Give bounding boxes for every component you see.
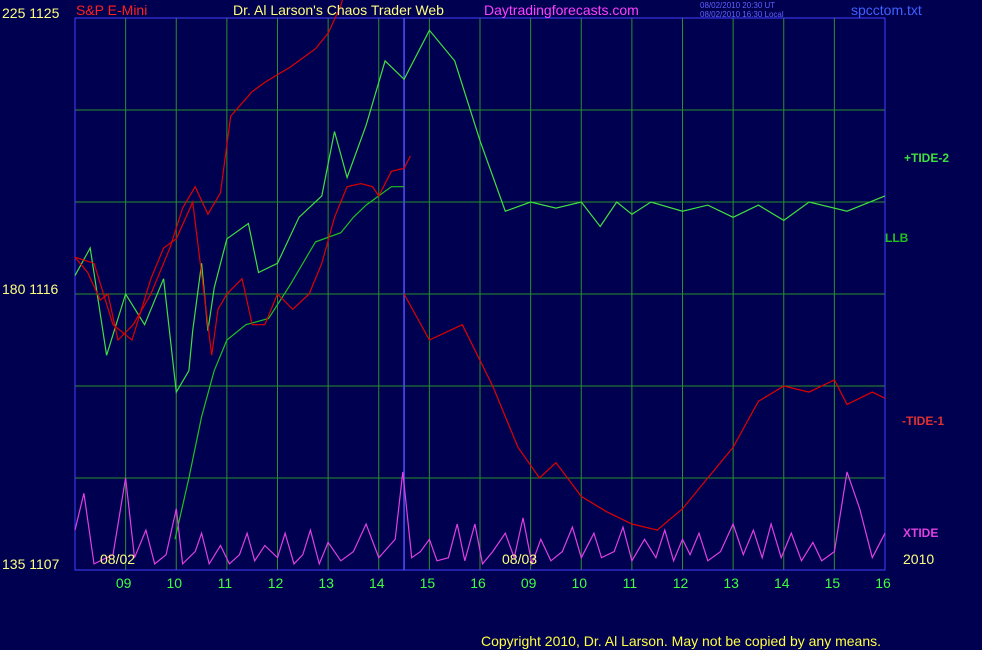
y-label-mid: 180 1116	[2, 281, 59, 297]
site-link[interactable]: Daytradingforecasts.com	[484, 3, 639, 17]
legend-tide1: -TIDE-1	[902, 414, 944, 428]
x-tick-label: 12	[268, 575, 284, 591]
x-tick-label: 10	[571, 575, 587, 591]
chaos-chart: 09 10 11 12 13 14 15 16 09 10 11 12 13 14 15 16	[74, 0, 891, 591]
x-tick-label: 14	[369, 575, 385, 591]
x-tick-label: 09	[521, 575, 537, 591]
x-tick-label: 15	[825, 575, 841, 591]
x-tick-label: 11	[218, 575, 233, 591]
symbol-title: S&P E-Mini	[76, 2, 148, 18]
x-tick-label: 16	[470, 575, 486, 591]
legend-tide2: +TIDE-2	[904, 151, 950, 165]
x-tick-label: 12	[673, 575, 689, 591]
date-label-year: 2010	[903, 551, 935, 567]
y-label-bottom: 135 1107	[2, 556, 60, 572]
copyright: Copyright 2010, Dr. Al Larson. May not b…	[481, 633, 882, 649]
x-tick-label: 16	[875, 575, 891, 591]
x-tick-label: 11	[623, 575, 638, 591]
legend-llb: LLB	[885, 231, 909, 245]
x-tick-label: 09	[116, 575, 132, 591]
timestamp-ut: 08/02/2010 20:30 UT	[700, 1, 776, 10]
x-tick-label: 10	[166, 575, 182, 591]
timestamp-local: 08/02/2010 16:30 Local	[700, 10, 784, 19]
x-tick-label: 13	[318, 575, 334, 591]
series-line	[403, 293, 886, 531]
data-file: spcctom.txt	[851, 2, 922, 18]
page-title: Dr. Al Larson's Chaos Trader Web	[233, 2, 444, 18]
series-line	[174, 186, 405, 540]
x-tick-label: 15	[420, 575, 436, 591]
date-label-0803: 08/03	[502, 551, 538, 567]
y-label-top: 225 1125	[2, 5, 60, 21]
legend-xtide: XTIDE	[903, 526, 939, 540]
x-tick-label: 14	[774, 575, 790, 591]
x-tick-label: 13	[723, 575, 739, 591]
date-label-0802: 08/02	[100, 551, 136, 567]
